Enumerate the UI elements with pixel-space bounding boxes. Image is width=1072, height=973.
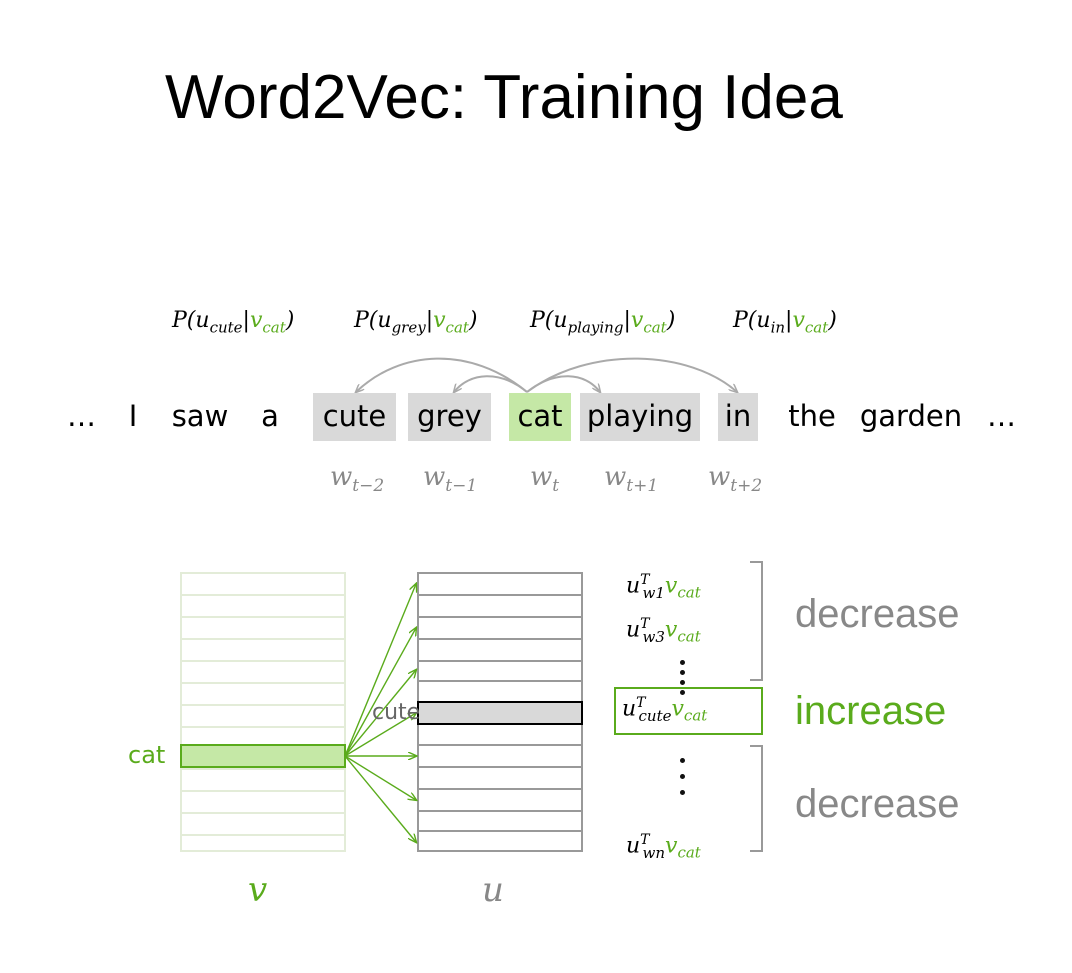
u-cute-row — [417, 701, 583, 725]
v-cat-row — [180, 744, 346, 768]
ellipsis-dot — [680, 790, 685, 795]
ellipsis-dot — [680, 690, 685, 695]
score-wn: uTwnvcat — [626, 832, 701, 862]
score-w3: uTw3vcat — [626, 616, 701, 646]
matrix-u-name: u — [482, 870, 504, 910]
label-decrease-top: decrease — [795, 592, 960, 636]
ellipsis-dot — [680, 680, 685, 685]
matrix-u — [417, 572, 583, 852]
label-decrease-bottom: decrease — [795, 782, 960, 826]
score-cute: uTcutevcat — [622, 695, 708, 725]
bracket-bottom — [750, 745, 763, 852]
ellipsis-dot — [680, 758, 685, 763]
u-row-label: cute — [372, 700, 421, 725]
label-increase: increase — [795, 689, 947, 733]
matrices-diagram — [180, 561, 763, 852]
matrix-v-name: v — [248, 870, 268, 910]
bracket-top — [750, 561, 763, 681]
ellipsis-dot — [680, 774, 685, 779]
score-w1: uTw1vcat — [626, 572, 701, 602]
matrix-v — [180, 572, 346, 852]
ellipsis-dot — [680, 660, 685, 665]
v-row-label: cat — [128, 741, 166, 769]
ellipsis-dot — [680, 670, 685, 675]
